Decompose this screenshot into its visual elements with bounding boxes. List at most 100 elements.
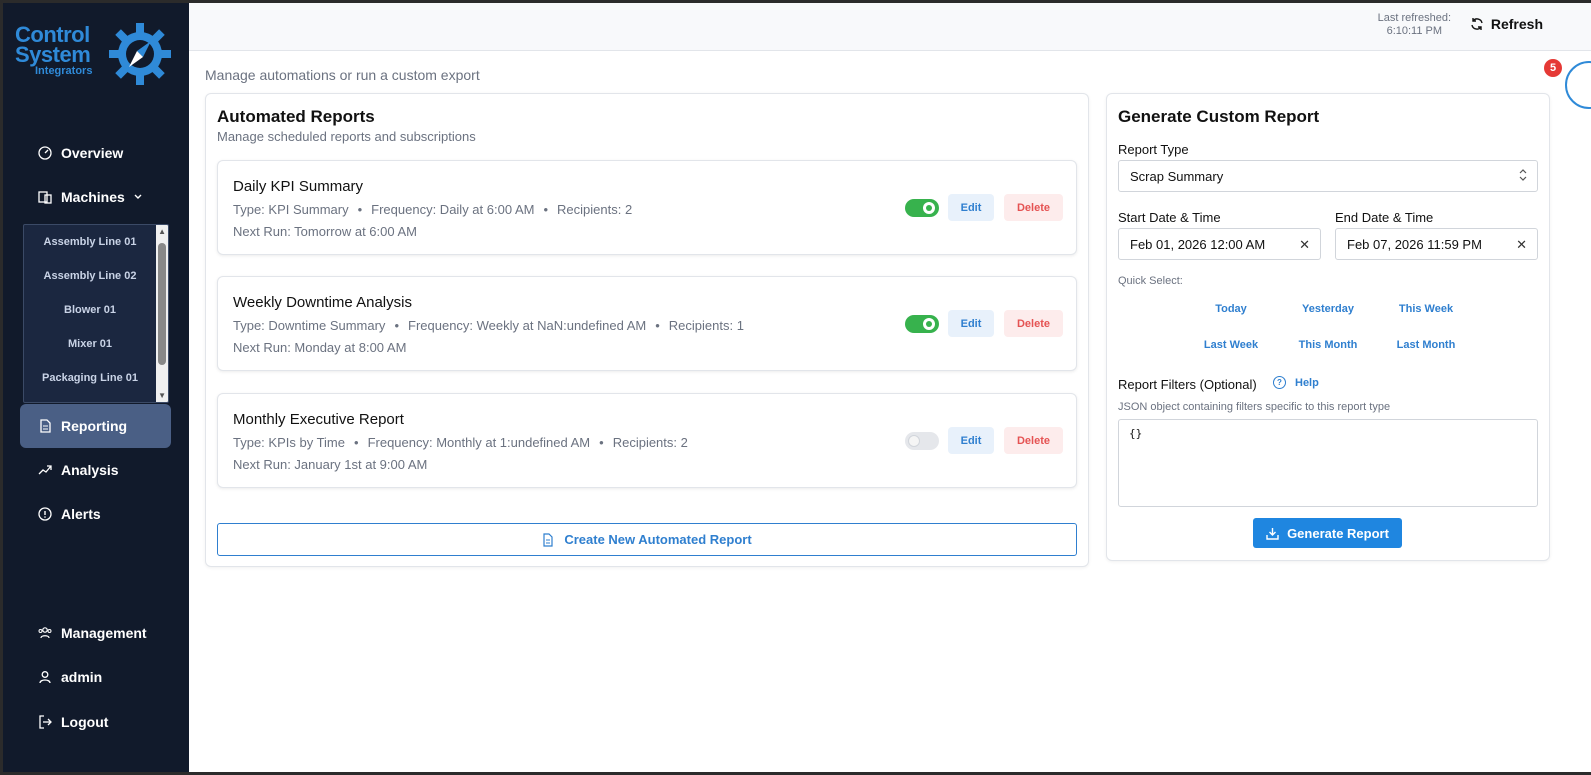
select-arrows-icon xyxy=(1519,168,1527,185)
alert-circle-icon xyxy=(37,506,53,522)
nav-management[interactable]: Management xyxy=(20,611,171,655)
help-icon: ? xyxy=(1273,376,1286,389)
quick-select-label: Quick Select: xyxy=(1118,275,1183,287)
report-enabled-toggle[interactable] xyxy=(905,432,939,450)
generate-report-button[interactable]: Generate Report xyxy=(1253,518,1402,548)
last-refreshed-time: 6:10:11 PM xyxy=(1386,25,1443,37)
report-frequency: Frequency: Weekly at NaN:undefined AM xyxy=(408,318,647,333)
scrollbar-thumb[interactable] xyxy=(158,243,166,365)
machine-item[interactable]: Assembly Line 02 xyxy=(24,259,156,293)
sidebar: Control System Integrators Overview Mach… xyxy=(3,3,189,772)
report-frequency: Frequency: Monthly at 1:undefined AM xyxy=(367,435,591,450)
edit-button[interactable]: Edit xyxy=(948,310,994,337)
create-automated-report-button[interactable]: Create New Automated Report xyxy=(217,523,1077,556)
nav-alerts[interactable]: Alerts xyxy=(20,492,171,536)
nav-management-label: Management xyxy=(61,625,147,641)
clear-icon[interactable]: ✕ xyxy=(1299,237,1310,253)
machines-submenu: Assembly Line 01 Assembly Line 02 Blower… xyxy=(23,224,169,403)
logo-wordmark: Control System Integrators xyxy=(15,24,93,78)
edit-button[interactable]: Edit xyxy=(948,427,994,454)
end-date-field[interactable]: Feb 07, 2026 11:59 PM ✕ xyxy=(1335,228,1538,260)
quick-select-last-month[interactable]: Last Month xyxy=(1377,339,1475,351)
start-date-field[interactable]: Feb 01, 2026 12:00 AM ✕ xyxy=(1118,228,1321,260)
logout-icon xyxy=(37,714,53,730)
nav-analysis[interactable]: Analysis xyxy=(20,448,171,492)
report-filters-label: Report Filters (Optional) xyxy=(1118,377,1257,392)
brand-logo[interactable]: Control System Integrators xyxy=(15,21,175,91)
custom-report-panel: Generate Custom Report Report Type Scrap… xyxy=(1106,93,1550,561)
nav-overview[interactable]: Overview xyxy=(20,131,171,175)
automated-reports-panel: Automated Reports Manage scheduled repor… xyxy=(205,93,1089,567)
report-recipients: Recipients: 2 xyxy=(557,202,633,217)
start-date-value: Feb 01, 2026 12:00 AM xyxy=(1130,236,1266,252)
page-subtitle: Manage automations or run a custom expor… xyxy=(205,67,480,83)
download-icon xyxy=(1266,527,1279,540)
report-enabled-toggle[interactable] xyxy=(905,199,939,217)
submenu-scrollbar[interactable]: ▲ ▼ xyxy=(156,225,168,402)
help-label: Help xyxy=(1295,376,1319,389)
quick-select-today[interactable]: Today xyxy=(1182,303,1280,315)
report-card: Weekly Downtime Analysis Type: Downtime … xyxy=(217,276,1077,371)
report-meta: Type: KPIs by Time • Frequency: Monthly at… xyxy=(233,435,688,450)
machines-icon xyxy=(37,189,53,205)
report-type-label: Report Type xyxy=(1118,142,1189,157)
machine-item[interactable]: Packaging Line 01 xyxy=(24,361,156,395)
report-name: Weekly Downtime Analysis xyxy=(233,294,412,311)
report-type-select[interactable]: Scrap Summary xyxy=(1118,160,1538,192)
create-label: Create New Automated Report xyxy=(564,532,752,547)
refresh-label: Refresh xyxy=(1490,16,1543,32)
notification-bell-icon[interactable] xyxy=(1565,61,1591,109)
quick-select-yesterday[interactable]: Yesterday xyxy=(1279,303,1377,315)
filters-textarea[interactable]: {} xyxy=(1118,419,1538,507)
last-refreshed-label: Last refreshed: xyxy=(1377,12,1451,24)
nav-analysis-label: Analysis xyxy=(61,462,119,478)
report-type: Type: Downtime Summary xyxy=(233,318,386,333)
nav-logout[interactable]: Logout xyxy=(20,700,171,744)
report-meta: Type: Downtime Summary • Frequency: Weekly… xyxy=(233,318,744,333)
delete-button[interactable]: Delete xyxy=(1004,310,1063,337)
end-date-value: Feb 07, 2026 11:59 PM xyxy=(1347,236,1482,252)
quick-select-this-week[interactable]: This Week xyxy=(1377,303,1475,315)
toggle-knob xyxy=(923,318,935,330)
report-name: Daily KPI Summary xyxy=(233,178,364,195)
refresh-button[interactable]: Refresh xyxy=(1470,16,1543,32)
gear-compass-icon xyxy=(109,23,171,85)
document-icon xyxy=(543,532,553,547)
nav-machines-label: Machines xyxy=(61,189,125,205)
notification-badge: 5 xyxy=(1544,59,1562,77)
nav-admin-label: admin xyxy=(61,669,103,685)
nav-admin[interactable]: admin xyxy=(20,655,171,699)
user-icon xyxy=(37,669,53,685)
nav-reporting[interactable]: Reporting xyxy=(20,404,171,448)
report-type: Type: KPI Summary xyxy=(233,202,349,217)
help-link[interactable]: ? Help xyxy=(1273,376,1319,389)
quick-select-this-month[interactable]: This Month xyxy=(1279,339,1377,351)
report-meta: Type: KPI Summary • Frequency: Daily at 6:… xyxy=(233,202,633,217)
custom-report-title: Generate Custom Report xyxy=(1118,107,1320,126)
quick-select-last-week[interactable]: Last Week xyxy=(1182,339,1280,351)
logo-line3: Integrators xyxy=(35,65,93,77)
report-next-run: Next Run: Tomorrow at 6:00 AM xyxy=(233,224,418,239)
report-frequency: Frequency: Daily at 6:00 AM xyxy=(371,202,535,217)
delete-button[interactable]: Delete xyxy=(1004,194,1063,221)
nav-reporting-label: Reporting xyxy=(61,418,128,434)
filters-hint: JSON object containing filters specific … xyxy=(1118,401,1391,413)
clear-icon[interactable]: ✕ xyxy=(1516,237,1527,253)
toggle-knob xyxy=(908,435,920,447)
report-enabled-toggle[interactable] xyxy=(905,315,939,333)
report-recipients: Recipients: 2 xyxy=(612,435,688,450)
nav-alerts-label: Alerts xyxy=(61,506,101,522)
chevron-down-icon xyxy=(133,189,143,205)
edit-button[interactable]: Edit xyxy=(948,194,994,221)
gauge-icon xyxy=(37,145,53,161)
scroll-down-arrow-icon[interactable]: ▼ xyxy=(158,391,166,400)
machine-item[interactable]: Blower 01 xyxy=(24,293,156,327)
delete-button[interactable]: Delete xyxy=(1004,427,1063,454)
machine-item[interactable]: Mixer 01 xyxy=(24,327,156,361)
scroll-up-arrow-icon[interactable]: ▲ xyxy=(158,227,166,236)
nav-machines[interactable]: Machines xyxy=(20,175,171,219)
users-icon xyxy=(37,625,53,641)
nav-logout-label: Logout xyxy=(61,714,109,730)
machine-item[interactable]: Assembly Line 01 xyxy=(24,225,156,259)
refresh-icon xyxy=(1471,18,1483,30)
